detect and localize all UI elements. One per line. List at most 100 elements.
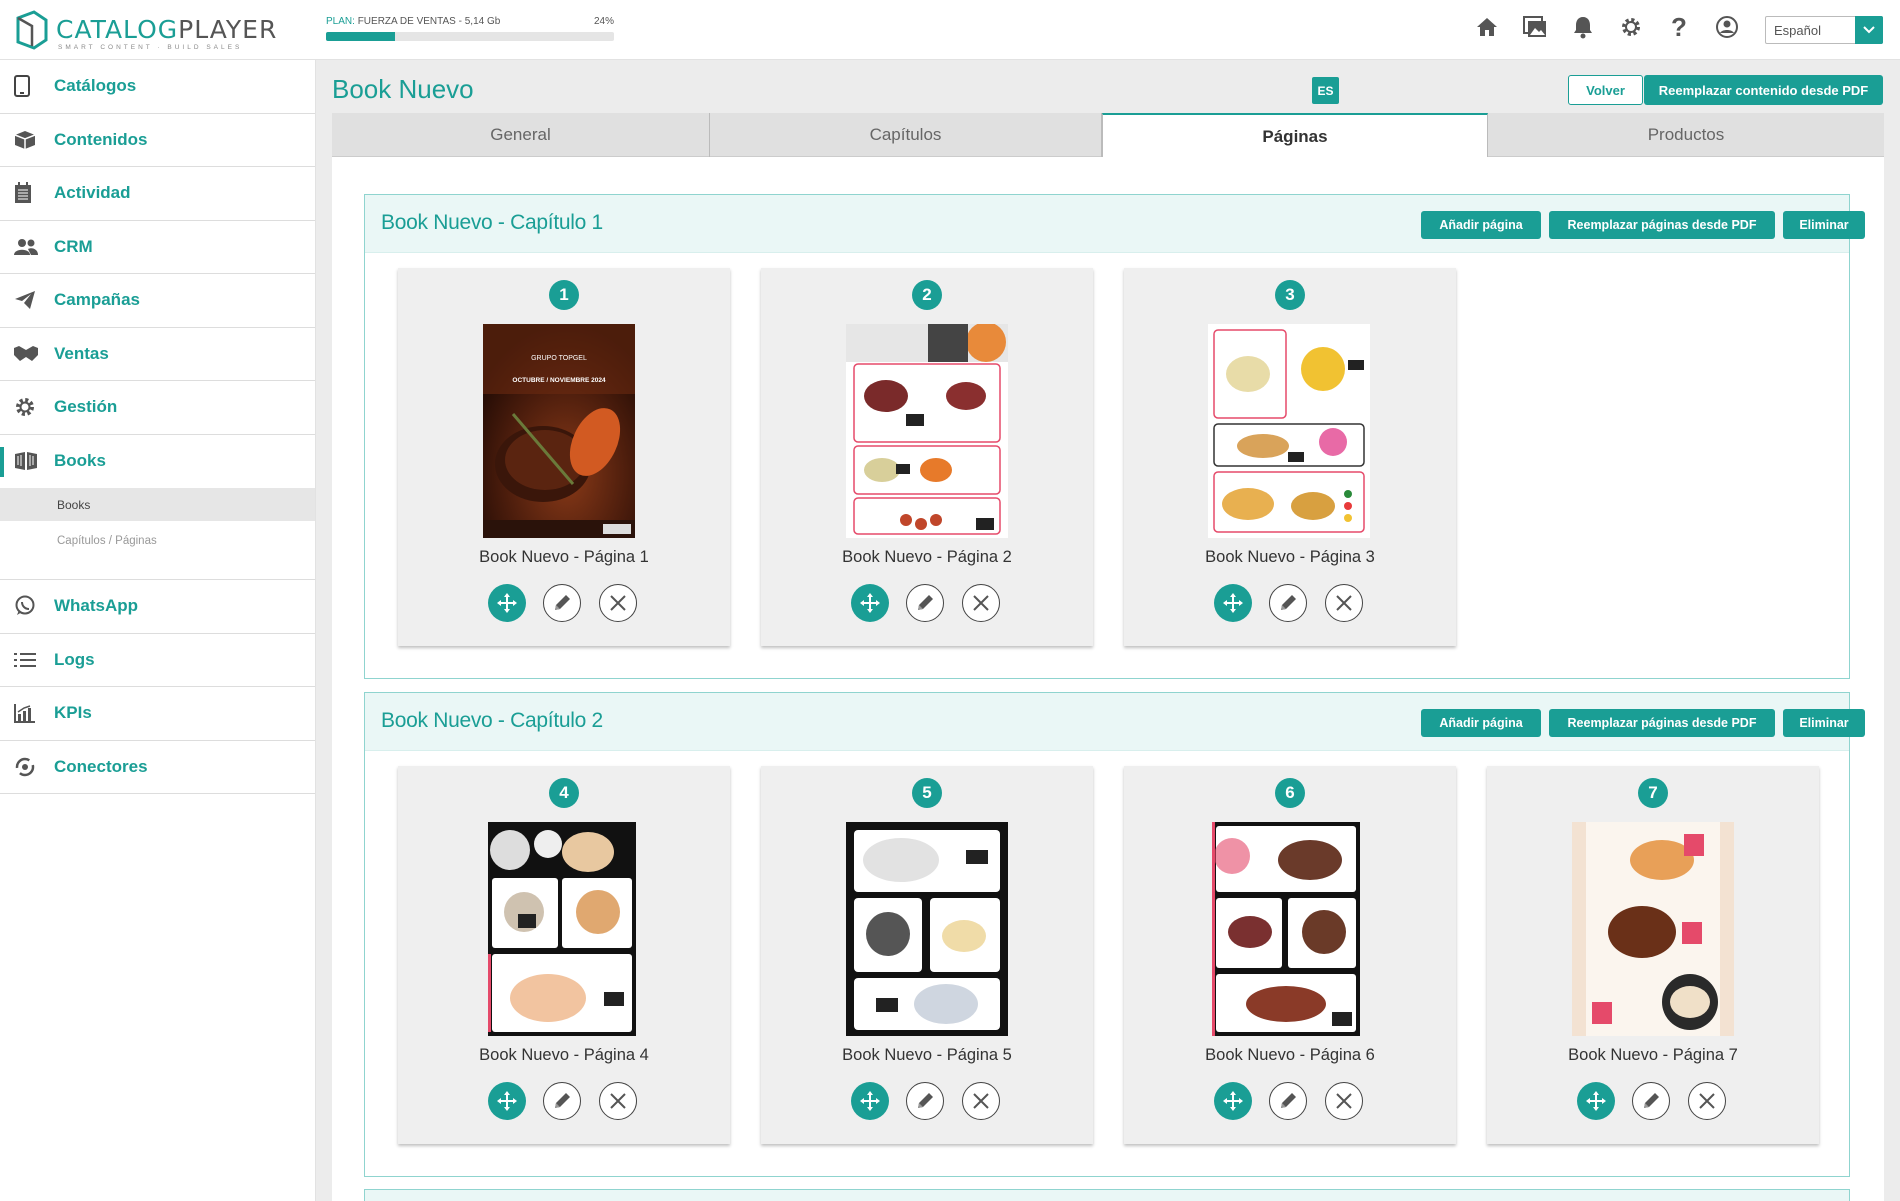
catalogplayer-logo[interactable]: CATALOGPLAYER SMART CONTENT · BUILD SALE… xyxy=(14,10,276,52)
close-icon[interactable] xyxy=(962,584,1000,622)
page-actions xyxy=(851,1082,1007,1120)
move-icon[interactable] xyxy=(1214,584,1252,622)
close-icon[interactable] xyxy=(599,1082,637,1120)
sidebar-item-gestion[interactable]: Gestión xyxy=(0,381,315,435)
page-thumbnail[interactable] xyxy=(1572,822,1734,1036)
move-icon[interactable] xyxy=(488,584,526,622)
submenu-item-capitulos-paginas[interactable]: Capítulos / Páginas xyxy=(0,521,315,561)
page-card[interactable]: 3 Book Nuevo - Página 3 xyxy=(1124,268,1456,646)
sidebar-item-conectores[interactable]: Conectores xyxy=(0,741,315,794)
help-icon[interactable]: ? xyxy=(1666,12,1692,42)
page-thumbnail[interactable] xyxy=(488,822,636,1036)
page-actions xyxy=(1214,1082,1370,1120)
page-actions xyxy=(1577,1082,1733,1120)
home-icon[interactable] xyxy=(1474,12,1500,42)
sidebar-item-actividad[interactable]: Actividad xyxy=(0,167,315,221)
tab-paginas[interactable]: Páginas xyxy=(1102,113,1488,158)
sidebar-item-contenidos[interactable]: Contenidos xyxy=(0,114,315,167)
page-actions xyxy=(1214,584,1370,622)
page-thumbnail[interactable] xyxy=(846,822,1008,1036)
connector-icon xyxy=(14,755,44,779)
page-card[interactable]: 1 GRUPO TOPGEL OCTUBRE / NOVIEMBRE 2024 xyxy=(398,268,730,646)
sidebar-item-label: Logs xyxy=(54,649,95,669)
delete-chapter-button[interactable]: Eliminar xyxy=(1783,211,1865,239)
bell-icon[interactable] xyxy=(1570,12,1596,42)
sidebar: Catálogos Contenidos Actividad CRM Campa… xyxy=(0,60,316,1201)
main-area: Book Nuevo ES Volver Reemplazar contenid… xyxy=(332,60,1884,1201)
logo-mark-icon xyxy=(16,10,48,50)
sidebar-item-books[interactable]: Books xyxy=(0,435,315,489)
sidebar-item-catalogos[interactable]: Catálogos xyxy=(0,60,315,114)
page-card[interactable]: 7 Book Nuevo - Página 7 xyxy=(1487,766,1819,1144)
close-icon[interactable] xyxy=(1325,1082,1363,1120)
language-select[interactable]: Español xyxy=(1765,16,1883,44)
move-icon[interactable] xyxy=(851,584,889,622)
pencil-icon[interactable] xyxy=(543,584,581,622)
tab-general[interactable]: General xyxy=(332,113,710,157)
chapter-header xyxy=(365,1190,1849,1201)
sidebar-item-logs[interactable]: Logs xyxy=(0,634,315,687)
close-icon[interactable] xyxy=(962,1082,1000,1120)
page-number-badge: 4 xyxy=(549,778,579,808)
move-icon[interactable] xyxy=(1214,1082,1252,1120)
page-card[interactable]: 6 Book Nuevo - Página 6 xyxy=(1124,766,1456,1144)
pencil-icon[interactable] xyxy=(1632,1082,1670,1120)
delete-chapter-button[interactable]: Eliminar xyxy=(1783,709,1865,737)
plan-label: PLAN: FUERZA DE VENTAS - 5,14 Gb xyxy=(326,16,501,27)
tab-productos[interactable]: Productos xyxy=(1488,113,1884,157)
logo-tagline: SMART CONTENT · BUILD SALES xyxy=(58,44,243,51)
sidebar-item-kpis[interactable]: KPIs xyxy=(0,687,315,741)
sidebar-item-whatsapp[interactable]: WhatsApp xyxy=(0,580,315,634)
sidebar-item-label: Actividad xyxy=(54,183,131,203)
book-open-icon xyxy=(14,449,44,473)
page-thumbnail[interactable] xyxy=(846,324,1008,538)
move-icon[interactable] xyxy=(851,1082,889,1120)
gear-icon[interactable] xyxy=(1618,12,1644,42)
pencil-icon[interactable] xyxy=(906,584,944,622)
boxes-icon xyxy=(14,128,44,152)
sidebar-item-crm[interactable]: CRM xyxy=(0,221,315,274)
page-card[interactable]: 4 Book Nuevo - Página 4 xyxy=(398,766,730,1144)
move-icon[interactable] xyxy=(488,1082,526,1120)
sidebar-item-label: Contenidos xyxy=(54,129,148,149)
chevron-down-icon[interactable] xyxy=(1855,16,1883,44)
page-thumbnail[interactable] xyxy=(1208,324,1370,538)
page-number-badge: 2 xyxy=(912,280,942,310)
replace-content-from-pdf-button[interactable]: Reemplazar contenido desde PDF xyxy=(1644,75,1883,105)
replace-pages-from-pdf-button[interactable]: Reemplazar páginas desde PDF xyxy=(1549,709,1775,737)
close-icon[interactable] xyxy=(1688,1082,1726,1120)
page-card[interactable]: 5 Book Nuevo - Página 5 xyxy=(761,766,1093,1144)
replace-pages-from-pdf-button[interactable]: Reemplazar páginas desde PDF xyxy=(1549,211,1775,239)
page-card[interactable]: 2 Book Nuevo - Página 2 xyxy=(761,268,1093,646)
sidebar-item-ventas[interactable]: Ventas xyxy=(0,328,315,381)
page-thumbnail[interactable]: GRUPO TOPGEL OCTUBRE / NOVIEMBRE 2024 xyxy=(483,324,635,538)
move-icon[interactable] xyxy=(1577,1082,1615,1120)
page-number-badge: 6 xyxy=(1275,778,1305,808)
page-title: Book Nuevo - Página 1 xyxy=(479,548,649,566)
tablet-icon xyxy=(14,74,44,98)
pencil-icon[interactable] xyxy=(1269,584,1307,622)
page-title: Book Nuevo - Página 2 xyxy=(842,548,1012,566)
page-title: Book Nuevo - Página 4 xyxy=(479,1046,649,1064)
language-badge[interactable]: ES xyxy=(1312,77,1339,104)
page-thumbnail[interactable] xyxy=(1212,822,1360,1036)
user-icon[interactable] xyxy=(1714,12,1740,42)
close-icon[interactable] xyxy=(599,584,637,622)
submenu-item-books[interactable]: Books xyxy=(0,488,315,521)
logo-wordmark: CATALOGPLAYER xyxy=(56,15,278,44)
pencil-icon[interactable] xyxy=(543,1082,581,1120)
add-page-button[interactable]: Añadir página xyxy=(1421,709,1541,737)
sidebar-item-label: Books xyxy=(54,451,106,471)
chapter-section: Book Nuevo - Capítulo 2 Añadir página Re… xyxy=(364,692,1865,1177)
pencil-icon[interactable] xyxy=(906,1082,944,1120)
plan-percent: 24% xyxy=(593,16,614,27)
add-page-button[interactable]: Añadir página xyxy=(1421,211,1541,239)
pencil-icon[interactable] xyxy=(1269,1082,1307,1120)
images-icon[interactable] xyxy=(1522,12,1548,42)
tab-capitulos[interactable]: Capítulos xyxy=(710,113,1102,157)
close-icon[interactable] xyxy=(1325,584,1363,622)
sidebar-item-campanas[interactable]: Campañas xyxy=(0,274,315,328)
whatsapp-icon xyxy=(14,594,44,618)
back-button[interactable]: Volver xyxy=(1568,75,1643,105)
page-actions xyxy=(488,584,644,622)
